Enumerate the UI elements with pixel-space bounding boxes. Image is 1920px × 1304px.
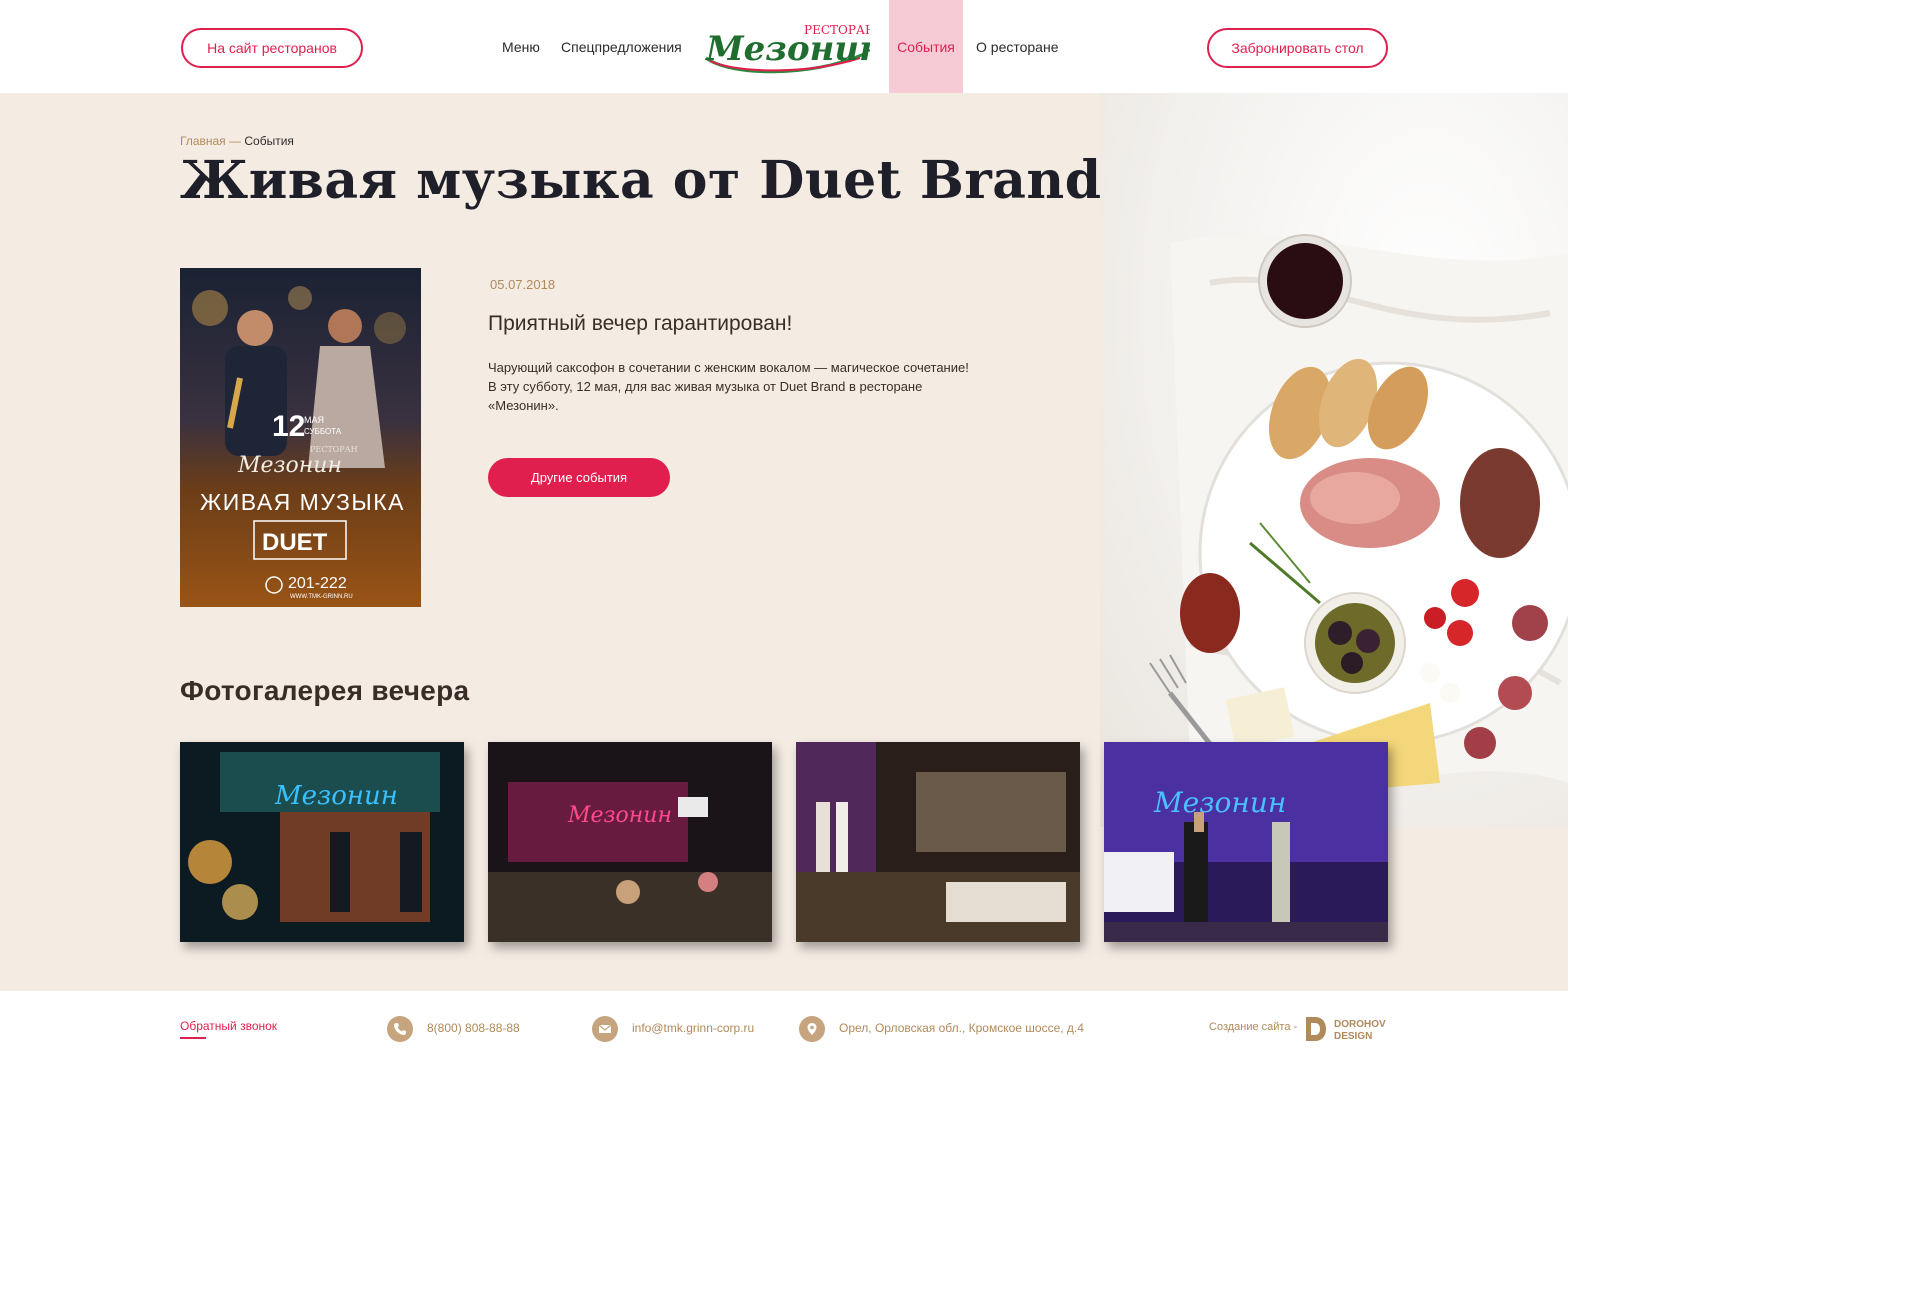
event-description-line-2: В эту субботу, 12 мая, для вас живая муз…	[488, 379, 923, 413]
nav-special-offers[interactable]: Спецпредложения	[561, 0, 682, 93]
studio-line-2: DESIGN	[1334, 1031, 1372, 1042]
gallery-photo-4[interactable]: Мезонин	[1104, 742, 1388, 942]
callback-link[interactable]: Обратный звонок	[180, 1019, 277, 1033]
event-date: 05.07.2018	[490, 277, 556, 292]
event-description-line-1: Чарующий саксофон в сочетании с женским …	[488, 360, 969, 375]
restaurant-logo[interactable]: РЕСТОРАН Мезонин	[700, 14, 884, 80]
site-footer: Обратный звонок 8(800) 808-88-88 info@tm…	[0, 991, 1568, 1076]
callback-underline	[180, 1037, 206, 1039]
breadcrumb: Главная — События	[180, 134, 294, 148]
poster-headline: ЖИВАЯ МУЗЫКА	[200, 489, 405, 515]
footer-address: Орел, Орловская обл., Кромское шоссе, д.…	[839, 1021, 1084, 1035]
poster-day: 12	[272, 410, 305, 443]
poster-name: Мезонин	[237, 453, 342, 478]
photo-4-sign: Мезонин	[1153, 786, 1286, 819]
footer-phone[interactable]: 8(800) 808-88-88	[427, 1021, 520, 1035]
photo-1-sign: Мезонин	[274, 781, 398, 811]
event-section: Главная — События Живая музыка от Duet B…	[0, 93, 1568, 991]
studio-logo[interactable]: DOROHOV DESIGN	[1304, 1015, 1394, 1043]
other-events-button[interactable]: Другие события	[488, 458, 670, 497]
breadcrumb-current: События	[244, 134, 294, 148]
page-title: Живая музыка от Duet Brand	[180, 150, 1102, 211]
poster-site: WWW.TMK-GRINN.RU	[290, 594, 353, 600]
breadcrumb-separator: —	[225, 134, 245, 148]
gallery-photo-2[interactable]: Мезонин	[488, 742, 772, 942]
photo-2-sign: Мезонин	[567, 803, 672, 828]
location-icon	[799, 1016, 825, 1042]
poster-weekday: СУББОТА	[304, 427, 342, 436]
poster-phone: 201-222	[288, 575, 347, 592]
poster-month: МАЯ	[304, 415, 324, 425]
book-table-button[interactable]: Забронировать стол	[1207, 28, 1388, 68]
event-description: Чарующий саксофон в сочетании с женским …	[488, 358, 978, 415]
footer-email[interactable]: info@tmk.grinn-corp.ru	[632, 1021, 754, 1035]
nav-menu[interactable]: Меню	[502, 0, 540, 93]
poster-band: DUET	[262, 529, 328, 556]
site-credit: Создание сайта -	[1209, 1021, 1298, 1033]
nav-about[interactable]: О ресторане	[976, 0, 1058, 93]
mail-icon	[592, 1016, 618, 1042]
logo-name: Мезонин	[705, 29, 870, 69]
event-subheading: Приятный вечер гарантирован!	[488, 312, 793, 335]
gallery-title: Фотогалерея вечера	[180, 675, 470, 706]
nav-events[interactable]: События	[889, 0, 963, 93]
restaurants-site-button[interactable]: На сайт ресторанов	[181, 28, 363, 68]
site-header: На сайт ресторанов Меню Спецпредложения …	[0, 0, 1568, 93]
gallery-photo-3[interactable]	[796, 742, 1080, 942]
studio-line-1: DOROHOV	[1334, 1019, 1386, 1030]
phone-icon	[387, 1016, 413, 1042]
event-poster: 12 МАЯ СУББОТА РЕСТОРАН Мезонин ЖИВАЯ МУ…	[180, 268, 421, 607]
breadcrumb-home[interactable]: Главная	[180, 134, 226, 148]
gallery-photo-1[interactable]: Мезонин	[180, 742, 464, 942]
